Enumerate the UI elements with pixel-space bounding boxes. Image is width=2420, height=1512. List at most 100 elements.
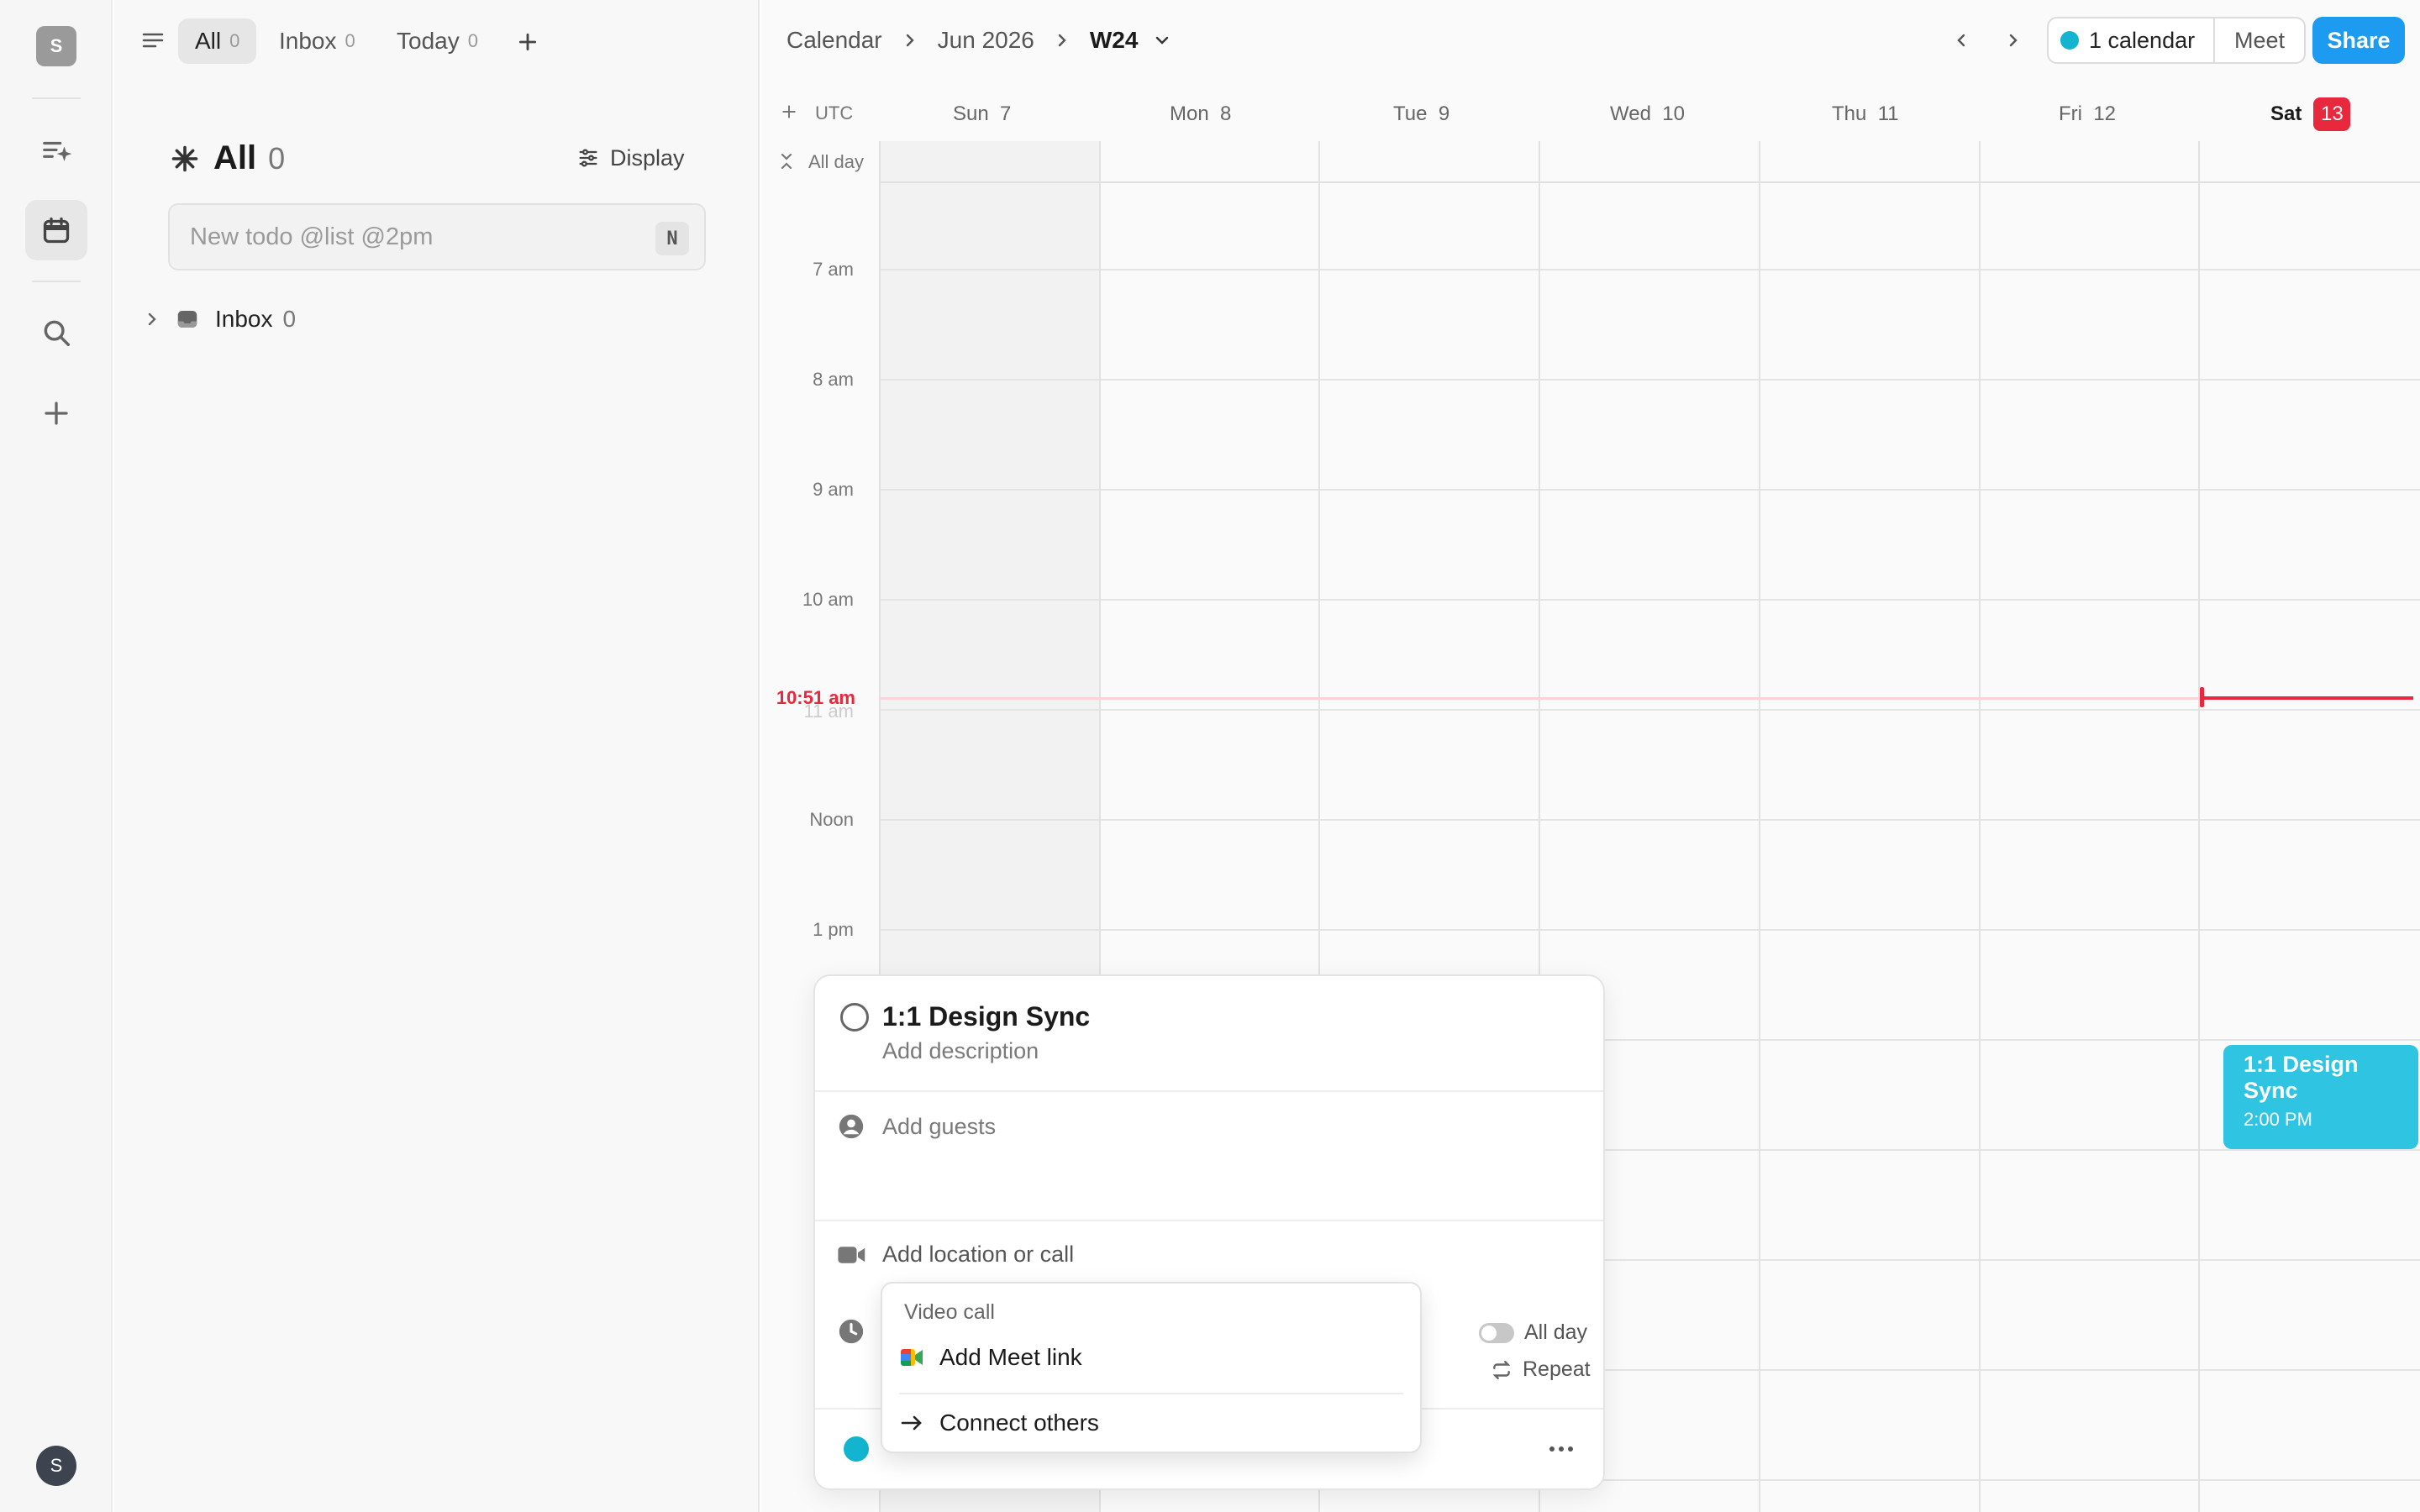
meet-button[interactable]: Meet <box>2213 17 2306 64</box>
left-rail: S S <box>0 0 113 1512</box>
list-item-inbox[interactable]: Inbox 0 <box>145 302 296 336</box>
guests-row[interactable]: Add guests <box>837 1112 996 1141</box>
event-color-picker[interactable] <box>844 1436 869 1462</box>
calendar-selector[interactable]: 1 calendar <box>2047 17 2215 64</box>
breadcrumb-calendar[interactable]: Calendar <box>786 27 882 54</box>
calendar-color-dot <box>2060 31 2079 50</box>
new-item-button[interactable] <box>25 383 87 444</box>
video-camera-icon <box>838 1246 865 1263</box>
page-title-count: 0 <box>268 140 286 176</box>
repeat-row[interactable]: Repeat <box>1491 1357 1591 1382</box>
chevron-down-icon[interactable] <box>1153 34 1171 46</box>
allday-toggle[interactable] <box>1479 1322 1514 1343</box>
breadcrumb: Calendar Jun 2026 W24 <box>786 22 1171 59</box>
clock-icon <box>839 1319 864 1344</box>
inbox-icon <box>177 311 197 328</box>
collapse-allday-button[interactable] <box>776 150 797 173</box>
tab-label: Inbox <box>279 28 337 54</box>
allday-toggle-label: All day <box>1524 1320 1588 1344</box>
day-header-tue[interactable]: Tue 9 <box>1393 99 1449 129</box>
display-label: Display <box>610 144 685 171</box>
allday-row-label: All day <box>808 151 865 172</box>
location-row[interactable]: Add location or call <box>837 1242 1074 1268</box>
repeat-icon <box>1492 1360 1511 1379</box>
allday-row[interactable] <box>879 141 2420 183</box>
tab-count: 0 <box>345 30 355 51</box>
arrow-right-icon <box>901 1415 922 1431</box>
user-avatar[interactable]: S <box>36 1446 76 1486</box>
prev-week-button[interactable] <box>1943 24 1980 57</box>
search-nav-button[interactable] <box>25 302 87 363</box>
day-header-thu[interactable]: Thu 11 <box>1832 99 1899 129</box>
day-number: 10 <box>1662 102 1685 125</box>
tab-today[interactable]: Today 0 <box>380 18 495 64</box>
hour-line <box>879 709 2420 711</box>
share-button[interactable]: Share <box>2312 17 2405 64</box>
collapse-icon <box>781 153 792 170</box>
breadcrumb-month[interactable]: Jun 2026 <box>938 27 1034 54</box>
rail-divider <box>32 281 81 282</box>
more-options-button[interactable] <box>1544 1436 1578 1462</box>
list-item-label: Inbox <box>215 306 273 332</box>
title-row: 1:1 Design Sync <box>840 1001 1090 1032</box>
list-item-count: 0 <box>282 306 297 332</box>
calendar-icon <box>43 217 70 244</box>
chevron-right-icon[interactable] <box>145 309 160 329</box>
day-header-wed[interactable]: Wed 10 <box>1610 99 1685 129</box>
calendar-nav-button[interactable] <box>25 200 87 260</box>
menu-divider <box>899 1393 1403 1394</box>
breadcrumb-week[interactable]: W24 <box>1090 27 1139 54</box>
day-header-sun[interactable]: Sun 7 <box>953 99 1011 129</box>
day-header-fri[interactable]: Fri 12 <box>2059 99 2116 129</box>
chevron-right-icon <box>2009 34 2018 47</box>
menu-item-label: Connect others <box>939 1410 1099 1436</box>
plus-icon <box>45 402 68 425</box>
current-time-line-faint <box>879 697 2200 700</box>
chevron-right-icon <box>1056 31 1068 50</box>
new-todo-input[interactable]: New todo @list @2pm N <box>168 203 706 270</box>
tab-inbox[interactable]: Inbox 0 <box>262 18 372 64</box>
calendar-selector-label: 1 calendar <box>2089 27 2196 53</box>
day-name: Tue <box>1393 102 1428 125</box>
add-timezone-button[interactable] <box>776 99 802 124</box>
hour-label: 1 pm <box>813 919 854 940</box>
time-row[interactable] <box>837 1317 865 1346</box>
today-badge: 13 <box>2313 97 2351 131</box>
hamburger-icon <box>142 33 164 48</box>
tab-all[interactable]: All 0 <box>178 18 257 64</box>
hour-label: 9 am <box>813 479 854 500</box>
more-horizontal-icon <box>1549 1446 1573 1452</box>
description-input[interactable]: Add description <box>882 1038 1039 1064</box>
complete-checkbox[interactable] <box>840 1002 869 1032</box>
search-icon <box>44 320 70 346</box>
day-name: Fri <box>2059 102 2082 125</box>
event-title-input[interactable]: 1:1 Design Sync <box>882 1001 1090 1032</box>
event-time: 2:00 PM <box>2244 1109 2312 1130</box>
menu-item-connect-others[interactable]: Connect others <box>899 1403 1099 1443</box>
shortcut-badge: N <box>655 222 689 255</box>
add-list-button[interactable] <box>509 24 546 60</box>
menu-item-add-meet-link[interactable]: Add Meet link <box>899 1337 1082 1378</box>
display-button[interactable]: Display <box>576 141 685 175</box>
day-name: Thu <box>1832 102 1867 125</box>
day-name: Sun <box>953 102 989 125</box>
next-week-button[interactable] <box>1995 24 2032 57</box>
event-block[interactable]: 1:1 Design Sync 2:00 PM <box>2223 1045 2418 1149</box>
allday-toggle-row[interactable]: All day <box>1479 1320 1587 1345</box>
tab-count: 0 <box>229 30 240 51</box>
menu-button[interactable] <box>136 25 170 55</box>
hour-line <box>879 819 2420 821</box>
day-name: Wed <box>1610 102 1651 125</box>
tasks-nav-button[interactable] <box>25 121 87 181</box>
person-icon <box>839 1114 864 1139</box>
day-header-sat[interactable]: Sat 13 <box>2270 94 2351 134</box>
day-column-line <box>1979 141 1981 1512</box>
plus-icon <box>782 105 796 118</box>
current-time-line <box>2202 696 2413 700</box>
menu-item-label: Add Meet link <box>939 1344 1082 1370</box>
hour-label: 8 am <box>813 369 854 390</box>
location-placeholder: Add location or call <box>882 1242 1075 1267</box>
new-todo-placeholder: New todo @list @2pm <box>190 223 434 250</box>
workspace-avatar[interactable]: S <box>36 26 76 66</box>
day-header-mon[interactable]: Mon 8 <box>1170 99 1231 129</box>
